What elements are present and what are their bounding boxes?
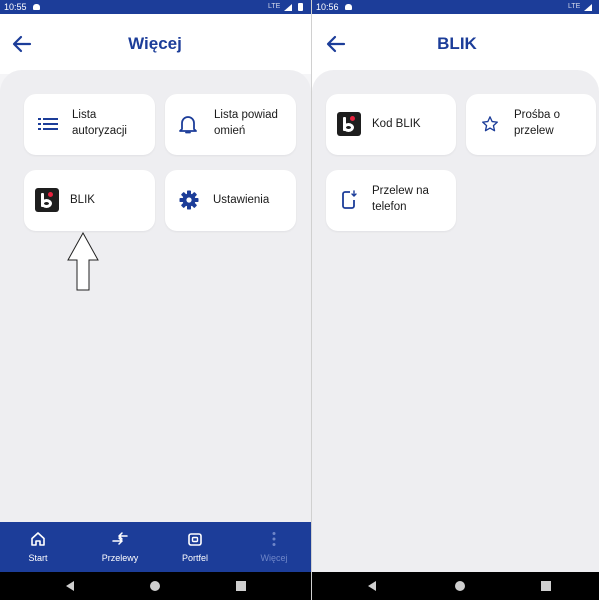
system-back-icon[interactable] [368, 581, 376, 591]
status-bar: 10:55 LTE [0, 0, 311, 14]
list-icon [37, 114, 59, 134]
tile-lista-autoryzacji[interactable]: Lista autoryzacji [24, 94, 155, 155]
wallet-icon [160, 531, 230, 547]
network-type: LTE [268, 3, 281, 10]
nav-portfel[interactable]: Portfel [160, 522, 230, 572]
system-navigation-bar [312, 572, 599, 600]
tile-prosba-o-przelew[interactable]: Prośba o przelew [466, 94, 596, 155]
up-arrow-annotation-icon [67, 232, 99, 291]
tile-label: Przelew na telefon [372, 185, 429, 213]
bell-icon [178, 113, 198, 135]
phone-transfer-icon [339, 189, 359, 211]
blik-logo-icon [337, 112, 361, 136]
tile-przelew-na-telefon[interactable]: Przelew na telefon [326, 170, 456, 231]
gear-icon [179, 190, 199, 210]
nav-label: Start [28, 553, 48, 563]
tile-label: BLIK [70, 194, 95, 206]
battery-icon [298, 3, 303, 11]
nav-wiecej[interactable]: Więcej [239, 522, 309, 572]
app-bar: Więcej [0, 14, 311, 74]
nav-start[interactable]: Start [3, 522, 73, 572]
nav-label: Portfel [181, 553, 208, 563]
system-back-icon[interactable] [66, 581, 74, 591]
tile-label: Lista autoryzacji [72, 109, 127, 137]
system-home-icon[interactable] [150, 581, 160, 591]
notification-icon [345, 4, 352, 10]
system-navigation-bar [0, 572, 311, 600]
tile-lista-powiadomien[interactable]: Lista powiad omień [165, 94, 296, 155]
blik-content: Kod BLIK Prośba o przelew Przelew na tel… [312, 70, 599, 572]
tile-label: Kod BLIK [372, 118, 421, 130]
home-icon [3, 531, 73, 547]
nav-label: Przelewy [101, 553, 139, 563]
tile-blik[interactable]: BLIK [24, 170, 155, 231]
signal-icon [584, 4, 592, 11]
signal-icon [284, 4, 292, 11]
status-time: 10:56 [316, 2, 339, 12]
page-title: Więcej [128, 34, 182, 53]
app-bar: BLIK [312, 14, 599, 74]
tile-label: Lista powiad omień [214, 109, 278, 137]
tile-label: Ustawienia [213, 194, 270, 206]
arrow-left-icon[interactable] [10, 32, 34, 56]
network-type: LTE [568, 3, 581, 10]
left-screen: 10:55 LTE Więcej Lista autoryzacji Lista… [0, 0, 311, 600]
menu-content: Lista autoryzacji Lista powiad omień BLI [0, 70, 311, 522]
bottom-navigation: Start Przelewy Portfel Więcej [0, 522, 311, 572]
star-icon [480, 114, 500, 134]
page-title: BLIK [437, 34, 477, 53]
tile-label: Prośba o przelew [514, 109, 561, 137]
status-time: 10:55 [4, 2, 27, 12]
system-home-icon[interactable] [455, 581, 465, 591]
arrow-left-icon[interactable] [324, 32, 348, 56]
system-recents-icon[interactable] [236, 581, 246, 591]
tile-kod-blik[interactable]: Kod BLIK [326, 94, 456, 155]
blik-logo-icon [35, 188, 59, 212]
system-recents-icon[interactable] [541, 581, 551, 591]
nav-przelewy[interactable]: Przelewy [85, 522, 155, 572]
notification-icon [33, 4, 40, 10]
more-vertical-icon [239, 531, 309, 547]
nav-label: Więcej [260, 553, 288, 563]
tile-ustawienia[interactable]: Ustawienia [165, 170, 296, 231]
right-screen: 10:56 LTE BLIK Kod BLIK Prośba o przelew… [312, 0, 599, 600]
transfer-icon [85, 531, 155, 547]
status-bar: 10:56 LTE [312, 0, 599, 14]
